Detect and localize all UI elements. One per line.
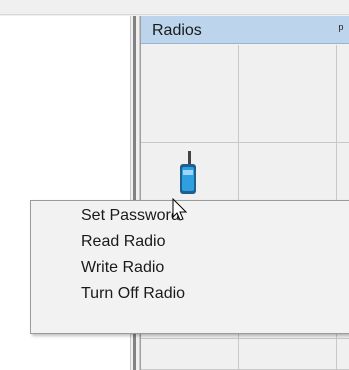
menu-item-set-password[interactable]: Set Password <box>33 203 349 229</box>
app-window: Radios ᵖ Set Password Read Radio Write R… <box>0 0 349 370</box>
grid-cell[interactable] <box>141 45 239 143</box>
top-strip <box>0 0 349 15</box>
grid-cell[interactable] <box>239 339 337 370</box>
context-menu: Set Password Read Radio Write Radio Turn… <box>30 200 349 334</box>
menu-item-turn-off-radio[interactable]: Turn Off Radio <box>33 281 349 307</box>
panel-header: Radios ᵖ <box>141 16 349 44</box>
menu-item-read-radio[interactable]: Read Radio <box>33 229 349 255</box>
panel-title: Radios <box>152 22 202 39</box>
grid-cell[interactable] <box>141 339 239 370</box>
grid-cell[interactable] <box>239 45 337 143</box>
mouse-pointer-icon <box>172 198 188 221</box>
pin-icon[interactable]: ᵖ <box>335 21 347 37</box>
grid-cell <box>337 339 349 370</box>
radio-icon[interactable] <box>177 151 199 197</box>
menu-item-write-radio[interactable]: Write Radio <box>33 255 349 281</box>
grid-cell <box>337 45 349 143</box>
